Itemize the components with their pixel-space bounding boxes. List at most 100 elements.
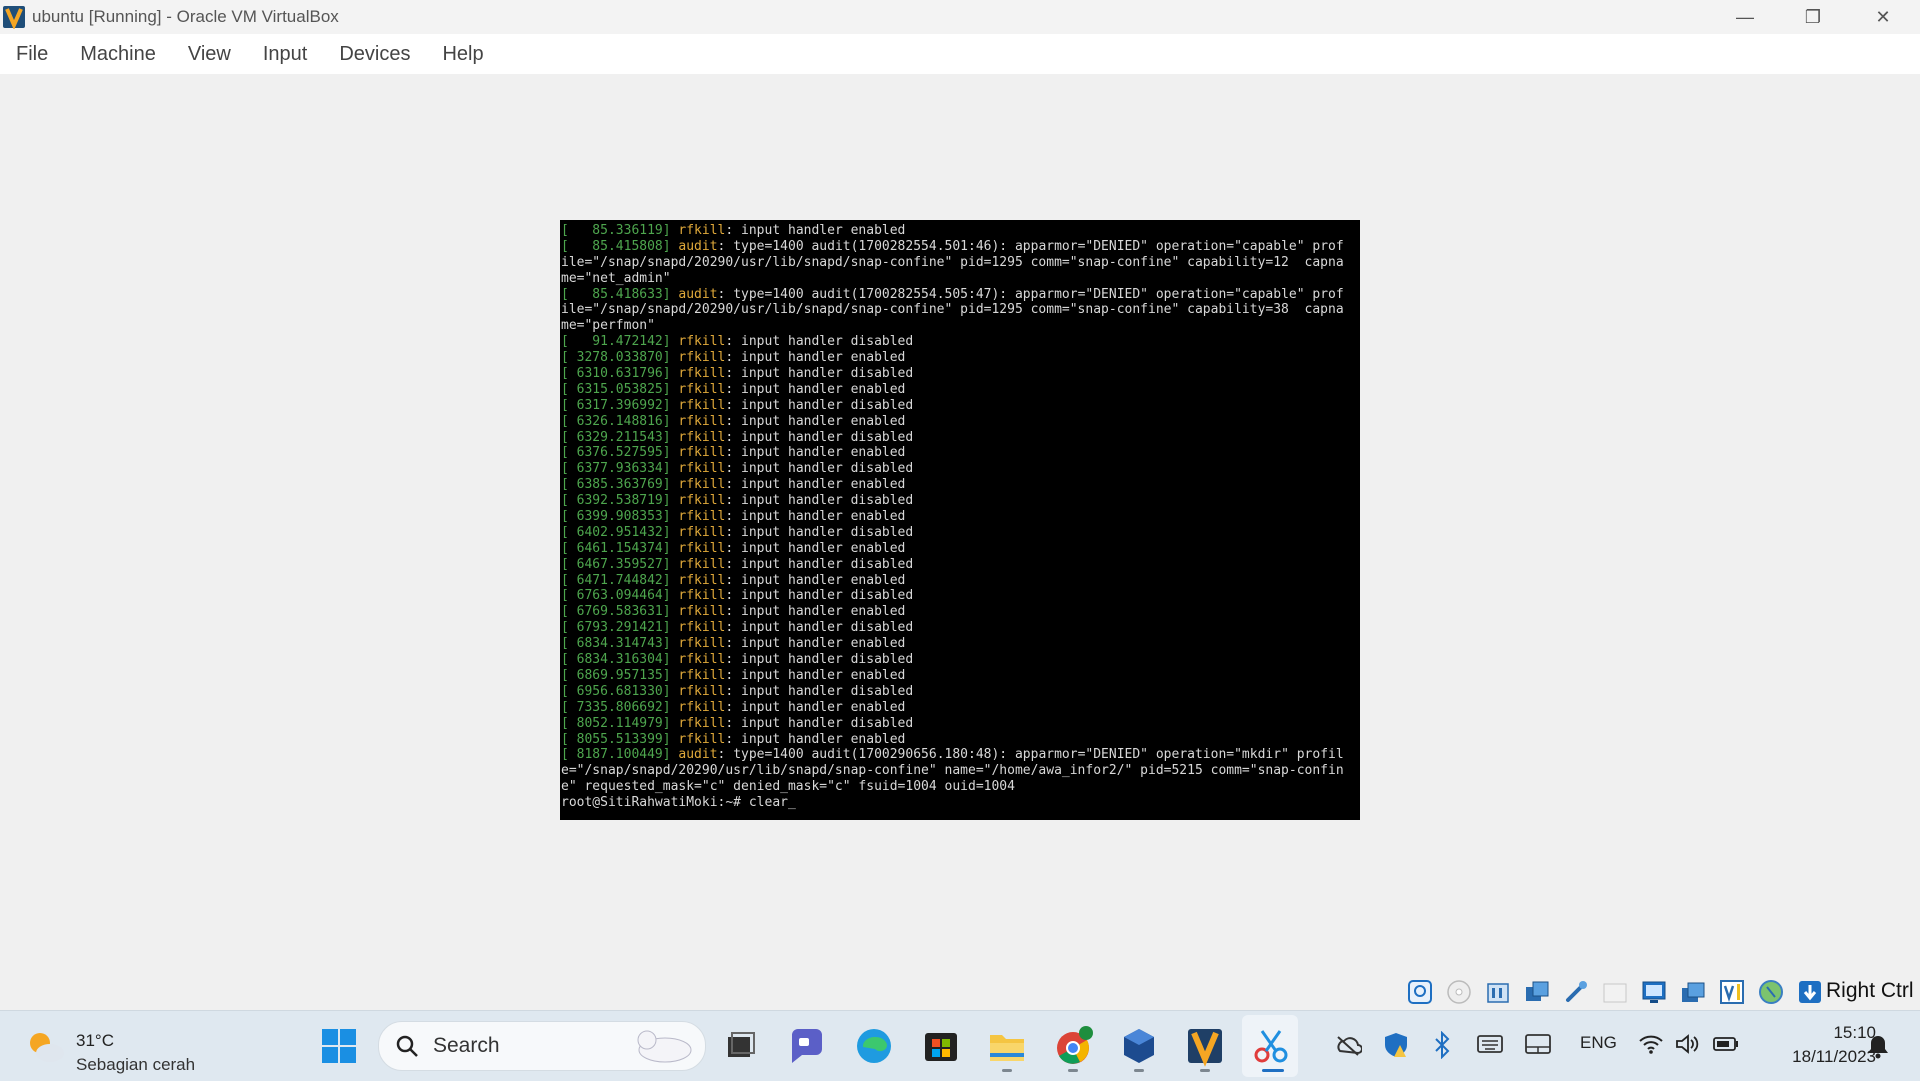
console-source: rfkill: [678, 652, 726, 668]
menu-help[interactable]: Help: [442, 43, 483, 66]
console-line: [ 6769.583631] rfkill: input handler ena…: [561, 604, 1360, 620]
search-icon: [396, 1035, 418, 1057]
weather-description: Sebagian cerah: [76, 1055, 196, 1074]
language-indicator[interactable]: ENG: [1580, 1033, 1617, 1053]
console-message: root@SitiRahwatiMoki:~# clear_: [561, 795, 796, 811]
console-line: [ 7335.806692] rfkill: input handler ena…: [561, 700, 1360, 716]
console-line: root@SitiRahwatiMoki:~# clear_: [561, 795, 1360, 811]
start-icon[interactable]: [316, 1023, 362, 1069]
edge-icon[interactable]: [851, 1023, 897, 1069]
security-shield-icon[interactable]: [1382, 1031, 1410, 1059]
console-message: : input handler enabled: [725, 381, 906, 397]
console-source: audit: [678, 286, 718, 302]
console-line: [ 85.418633] audit: type=1400 audit(1700…: [561, 287, 1360, 303]
console-source: rfkill: [678, 731, 726, 747]
usb-icon[interactable]: [1562, 978, 1590, 1006]
console-message: ile="/snap/snapd/20290/usr/lib/snapd/sna…: [561, 254, 1344, 270]
wifi-icon[interactable]: [1638, 1033, 1664, 1055]
vm-console[interactable]: [ 85.336119] rfkill: input handler enabl…: [560, 220, 1360, 820]
console-source: rfkill: [678, 350, 726, 366]
running-indicator: [1068, 1069, 1078, 1072]
console-source: rfkill: [678, 572, 726, 588]
console-timestamp: [ 6869.957135]: [561, 667, 671, 683]
console-message: : input handler disabled: [725, 556, 914, 572]
mouse-integration-icon[interactable]: [1757, 978, 1785, 1006]
console-source: rfkill: [678, 429, 726, 445]
active-indicator: [1262, 1069, 1284, 1072]
store-icon[interactable]: [918, 1023, 964, 1069]
console-line: [ 6317.396992] rfkill: input handler dis…: [561, 398, 1360, 414]
console-line: [ 6329.211543] rfkill: input handler dis…: [561, 430, 1360, 446]
restore-button[interactable]: ❐: [1778, 0, 1848, 34]
menu-file[interactable]: File: [16, 43, 48, 66]
teams-chat-icon[interactable]: [784, 1023, 830, 1069]
menu-devices[interactable]: Devices: [339, 43, 410, 66]
audio-icon[interactable]: [1484, 978, 1512, 1006]
console-line: ile="/snap/snapd/20290/usr/lib/snapd/sna…: [561, 302, 1360, 318]
menu-view[interactable]: View: [188, 43, 231, 66]
console-source: rfkill: [678, 620, 726, 636]
console-message: e="/snap/snapd/20290/usr/lib/snapd/snap-…: [561, 763, 1344, 779]
virtualbox-icon[interactable]: [1116, 1023, 1162, 1069]
task-view-icon[interactable]: [718, 1023, 764, 1069]
chrome-icon[interactable]: [1050, 1023, 1096, 1069]
console-timestamp: [ 6769.583631]: [561, 604, 671, 620]
optical-drive-icon[interactable]: [1445, 978, 1473, 1006]
file-explorer-icon[interactable]: [984, 1023, 1030, 1069]
console-timestamp: [ 8055.513399]: [561, 731, 671, 747]
virtualbox-vm-icon[interactable]: [1182, 1023, 1228, 1069]
console-timestamp: [ 85.418633]: [561, 286, 671, 302]
console-message: me="perfmon": [561, 318, 655, 334]
snipping-tool-icon[interactable]: [1248, 1023, 1294, 1069]
keyboard-icon[interactable]: [1476, 1033, 1504, 1055]
battery-icon[interactable]: [1712, 1035, 1740, 1053]
console-message: : input handler enabled: [725, 350, 906, 366]
display-icon[interactable]: [1640, 978, 1668, 1006]
console-message: : input handler enabled: [725, 477, 906, 493]
console-source: rfkill: [678, 397, 726, 413]
console-timestamp: [ 6310.631796]: [561, 366, 671, 382]
notification-bell-icon[interactable]: [1866, 1033, 1890, 1059]
console-message: : input handler enabled: [725, 223, 906, 238]
minimize-button[interactable]: —: [1710, 0, 1780, 34]
menu-input[interactable]: Input: [263, 43, 307, 66]
console-timestamp: [ 6793.291421]: [561, 620, 671, 636]
console-line: [ 6956.681330] rfkill: input handler dis…: [561, 684, 1360, 700]
shared-folders-icon[interactable]: [1601, 978, 1629, 1006]
close-button[interactable]: ✕: [1848, 0, 1918, 34]
console-message: : input handler disabled: [725, 334, 914, 350]
clock-date[interactable]: 18/11/2023: [1762, 1047, 1876, 1067]
menu-machine[interactable]: Machine: [80, 43, 156, 66]
hard-disk-icon[interactable]: [1406, 978, 1434, 1006]
console-message: : input handler disabled: [725, 715, 914, 731]
console-message: : input handler disabled: [725, 652, 914, 668]
console-line: [ 8052.114979] rfkill: input handler dis…: [561, 716, 1360, 732]
console-message: : input handler disabled: [725, 620, 914, 636]
bluetooth-icon[interactable]: [1432, 1031, 1452, 1059]
console-line: ile="/snap/snapd/20290/usr/lib/snapd/sna…: [561, 255, 1360, 271]
taskbar-search[interactable]: Search: [378, 1021, 706, 1071]
keyboard-capture-icon[interactable]: [1796, 978, 1824, 1006]
vm-display-area: [ 85.336119] rfkill: input handler enabl…: [0, 74, 1920, 974]
console-source: rfkill: [678, 699, 726, 715]
recording-icon[interactable]: [1679, 978, 1707, 1006]
touchpad-icon[interactable]: [1524, 1033, 1552, 1055]
console-timestamp: [ 85.336119]: [561, 223, 671, 238]
console-timestamp: [ 6385.363769]: [561, 477, 671, 493]
console-message: : input handler enabled: [725, 731, 906, 747]
menu-bar: File Machine View Input Devices Help: [0, 34, 1920, 74]
console-line: e" requested_mask="c" denied_mask="c" fs…: [561, 779, 1360, 795]
console-line: [ 8055.513399] rfkill: input handler ena…: [561, 732, 1360, 748]
console-timestamp: [ 8052.114979]: [561, 715, 671, 731]
cpu-icon[interactable]: [1718, 978, 1746, 1006]
vm-status-bar: Right Ctrl: [0, 974, 1920, 1008]
onedrive-icon[interactable]: [1334, 1033, 1362, 1057]
console-source: rfkill: [678, 509, 726, 525]
weather-temperature: 31°C: [76, 1031, 114, 1050]
console-timestamp: [ 7335.806692]: [561, 699, 671, 715]
network-icon[interactable]: [1523, 978, 1551, 1006]
weather-widget[interactable]: 31°C Sebagian cerah: [26, 1021, 226, 1074]
console-timestamp: [ 6392.538719]: [561, 493, 671, 509]
volume-icon[interactable]: [1674, 1033, 1700, 1055]
console-message: : input handler disabled: [725, 429, 914, 445]
